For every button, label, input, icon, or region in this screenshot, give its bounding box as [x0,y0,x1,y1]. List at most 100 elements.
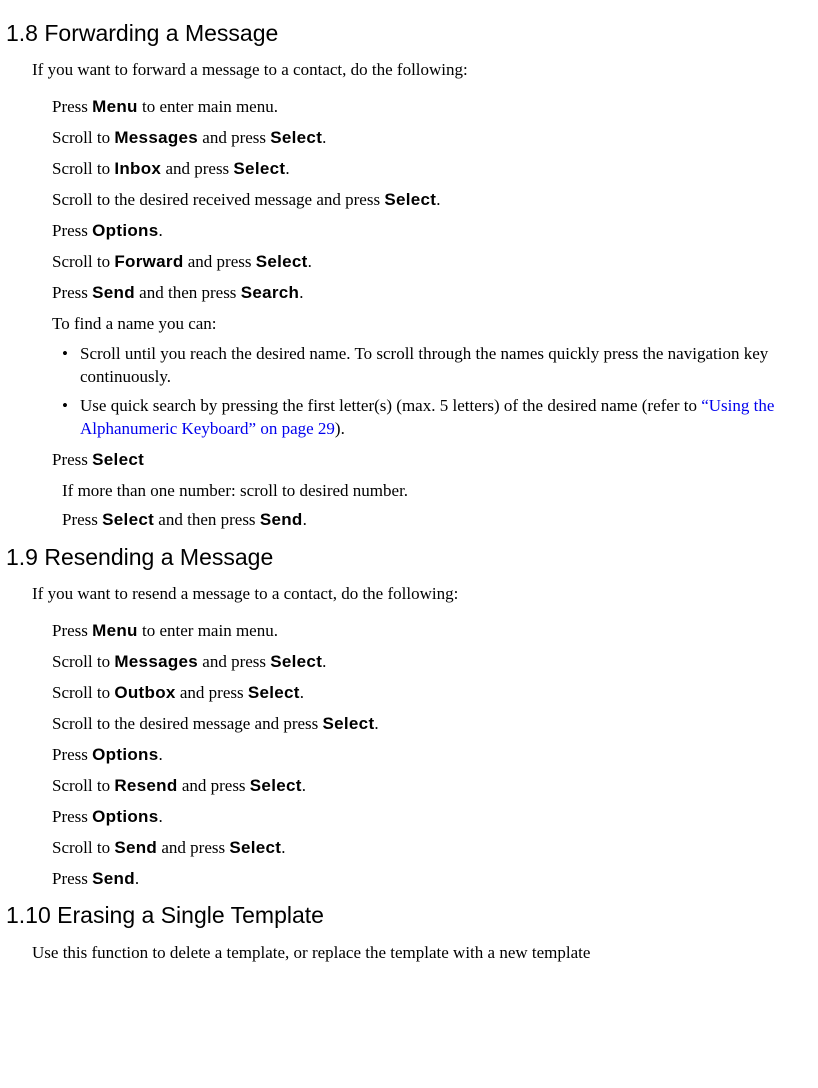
bullet-scroll-names: • Scroll until you reach the desired nam… [62,343,812,389]
button-label-select: Select [270,128,322,147]
button-label-resend: Resend [114,776,177,795]
step-scroll-send: Scroll to Send and press Select. [52,837,812,860]
text: Press [52,807,92,826]
text: Scroll to the desired message and press [52,714,323,733]
text: . [135,869,139,888]
button-label-menu: Menu [92,97,138,116]
heading-1-8: 1.8 Forwarding a Message [6,18,812,49]
step-press-options: Press Options. [52,220,812,243]
text: and press [184,252,256,271]
text: . [158,807,162,826]
text: . [303,510,307,529]
bullet-icon: • [62,343,80,389]
text: Press [52,283,92,302]
step-scroll-messages-2: Scroll to Messages and press Select. [52,651,812,674]
text: Scroll to [52,838,114,857]
button-label-send: Send [260,510,303,529]
text: Scroll to [52,652,114,671]
button-label-select: Select [229,838,281,857]
text: Press [52,745,92,764]
button-label-select: Select [384,190,436,209]
text: . [374,714,378,733]
button-label-send: Send [92,869,135,888]
substep-multiple-numbers: If more than one number: scroll to desir… [62,480,812,503]
text: Scroll to [52,252,114,271]
text: and press [161,159,233,178]
button-label-options: Options [92,221,158,240]
step-press-send-search: Press Send and then press Search. [52,282,812,305]
button-label-select: Select [323,714,375,733]
step-press-menu: Press Menu to enter main menu. [52,96,812,119]
button-label-messages: Messages [114,652,198,671]
button-label-select: Select [92,450,144,469]
button-label-outbox: Outbox [114,683,175,702]
bullet-quick-search: • Use quick search by pressing the first… [62,395,812,441]
text: Scroll to [52,776,114,795]
heading-1-10: 1.10 Erasing a Single Template [6,900,812,931]
button-label-select: Select [102,510,154,529]
intro-1-10: Use this function to delete a template, … [32,942,812,965]
text: and press [198,128,270,147]
text: . [158,221,162,240]
text: . [281,838,285,857]
text: and press [178,776,250,795]
text: and press [198,652,270,671]
bullet-icon: • [62,395,80,441]
step-scroll-forward: Scroll to Forward and press Select. [52,251,812,274]
text: and then press [154,510,260,529]
substep-press-select-send: Press Select and then press Send. [62,509,812,532]
text: ). [335,419,345,438]
step-scroll-inbox: Scroll to Inbox and press Select. [52,158,812,181]
text: . [322,128,326,147]
text: Use quick search by pressing the first l… [80,395,812,441]
text: . [436,190,440,209]
text: . [322,652,326,671]
step-press-options-2: Press Options. [52,744,812,767]
text: and press [157,838,229,857]
button-label-forward: Forward [114,252,183,271]
step-press-options-3: Press Options. [52,806,812,829]
text: Scroll to the desired received message a… [52,190,384,209]
step-press-select: Press Select [52,449,812,472]
step-scroll-messages: Scroll to Messages and press Select. [52,127,812,150]
text: Scroll to [52,128,114,147]
button-label-options: Options [92,807,158,826]
text: . [308,252,312,271]
step-scroll-received-message: Scroll to the desired received message a… [52,189,812,212]
text: . [285,159,289,178]
step-scroll-resend: Scroll to Resend and press Select. [52,775,812,798]
step-scroll-outbox: Scroll to Outbox and press Select. [52,682,812,705]
text: and then press [135,283,241,302]
intro-1-9: If you want to resend a message to a con… [32,583,812,606]
button-label-send: Send [114,838,157,857]
button-label-select: Select [233,159,285,178]
step-press-menu-2: Press Menu to enter main menu. [52,620,812,643]
step-press-send: Press Send. [52,868,812,891]
button-label-select: Select [256,252,308,271]
step-find-name: To find a name you can: [52,313,812,336]
button-label-search: Search [241,283,300,302]
button-label-menu: Menu [92,621,138,640]
text: and press [176,683,248,702]
text: Scroll to [52,683,114,702]
button-label-inbox: Inbox [114,159,161,178]
text: . [300,683,304,702]
text: Use quick search by pressing the first l… [80,396,701,415]
step-scroll-desired-message: Scroll to the desired message and press … [52,713,812,736]
text: Scroll until you reach the desired name.… [80,343,812,389]
text: to enter main menu. [138,97,278,116]
text: to enter main menu. [138,621,278,640]
button-label-send: Send [92,283,135,302]
text: Press [52,621,92,640]
text: Scroll to [52,159,114,178]
heading-1-9: 1.9 Resending a Message [6,542,812,573]
text: . [158,745,162,764]
button-label-select: Select [270,652,322,671]
intro-1-8: If you want to forward a message to a co… [32,59,812,82]
button-label-messages: Messages [114,128,198,147]
text: . [302,776,306,795]
text: Press [52,869,92,888]
text: Press [52,221,92,240]
button-label-options: Options [92,745,158,764]
button-label-select: Select [250,776,302,795]
